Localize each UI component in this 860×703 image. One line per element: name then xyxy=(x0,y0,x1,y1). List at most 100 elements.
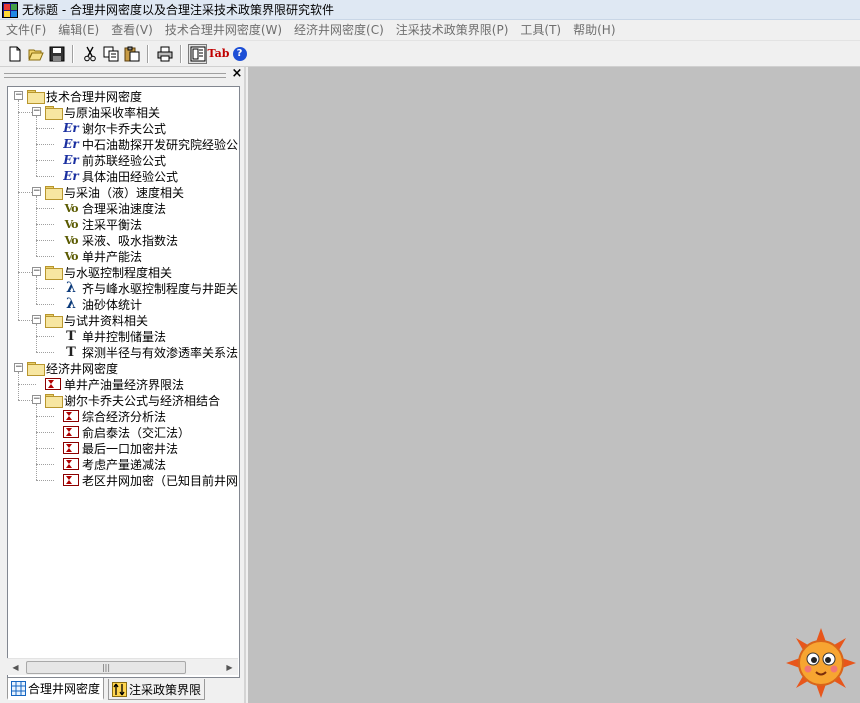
tree-connector xyxy=(36,116,37,176)
tree-method-node[interactable]: Vo 单井产能法 xyxy=(63,248,142,264)
tree-connector xyxy=(36,176,54,177)
tree-folder-node[interactable]: 与水驱控制程度相关 xyxy=(45,264,172,280)
tree-folder-node[interactable]: 与试井资料相关 xyxy=(45,312,148,328)
tree-connector xyxy=(36,304,54,305)
help-button[interactable]: ? xyxy=(230,44,249,64)
tree-view: − 技术合理井网密度 − 与原油采收率相关 Er 谢尔卡乔夫公式 Er 中石油勘探开发研究院经… xyxy=(8,87,239,659)
tab-well-density[interactable]: 合理井网密度 xyxy=(7,678,105,700)
tree-method-node[interactable]: 最后一口加密井法 xyxy=(63,440,178,456)
tree-connector xyxy=(36,288,54,289)
method-tree: − 技术合理井网密度 − 与原油采收率相关 Er 谢尔卡乔夫公式 Er 中石油勘探开发研究院经… xyxy=(7,86,240,678)
lambda-icon: λ xyxy=(66,296,76,312)
cut-scissors-icon xyxy=(83,46,96,61)
tree-folder-node[interactable]: 与采油（液）速度相关 xyxy=(45,184,184,200)
tree-method-node[interactable]: Vo 注采平衡法 xyxy=(63,216,142,232)
tree-method-node[interactable]: λ 齐与峰水驱控制程度与井距关 xyxy=(63,280,238,296)
tree-node-label: 考虑产量递减法 xyxy=(82,457,167,472)
tree-method-node[interactable]: λ 油砂体统计 xyxy=(63,296,142,312)
collapse-toggle-icon[interactable]: − xyxy=(14,91,23,100)
tree-connector xyxy=(36,128,54,129)
tree-method-node[interactable]: Vo 采液、吸水指数法 xyxy=(63,232,178,248)
new-file-icon xyxy=(9,46,20,61)
tree-method-node[interactable]: Vo 合理采油速度法 xyxy=(63,200,166,216)
save-button[interactable] xyxy=(47,44,66,64)
tree-folder-node[interactable]: 技术合理井网密度 xyxy=(27,88,142,104)
copy-button[interactable] xyxy=(101,44,120,64)
tree-method-node[interactable]: T 探测半径与有效渗透率关系法 xyxy=(63,344,238,360)
tree-view-toggle-button[interactable] xyxy=(188,43,207,64)
tree-node-label: 经济井网密度 xyxy=(46,361,119,376)
vo-velocity-icon: Vo xyxy=(64,217,79,231)
folder-icon xyxy=(27,89,45,104)
scroll-right-icon[interactable]: ▶ xyxy=(221,659,238,676)
t-test-icon: T xyxy=(66,344,76,360)
cut-button[interactable] xyxy=(80,44,99,64)
menu-tools[interactable]: 工具(T) xyxy=(514,20,567,41)
tree-method-node[interactable]: Er 中石油勘探开发研究院经验公 xyxy=(63,136,238,152)
collapse-toggle-icon[interactable]: − xyxy=(14,363,23,372)
menu-technical-well-density[interactable]: 技术合理井网密度(W) xyxy=(159,20,288,41)
print-icon xyxy=(157,46,172,61)
tree-connector xyxy=(36,448,54,449)
tab-label: 合理井网密度 xyxy=(28,681,101,696)
tree-connector xyxy=(36,352,54,353)
tree-method-node[interactable]: Er 谢尔卡乔夫公式 xyxy=(63,120,166,136)
scrollbar-thumb[interactable]: ||| xyxy=(26,661,186,674)
tree-folder-node[interactable]: 谢尔卡乔夫公式与经济相结合 xyxy=(45,392,220,408)
tree-method-node[interactable]: Er 具体油田经验公式 xyxy=(63,168,178,184)
t-test-icon: T xyxy=(66,328,76,344)
tree-method-node[interactable]: 综合经济分析法 xyxy=(63,408,166,424)
tree-node-label: 探测半径与有效渗透率关系法 xyxy=(82,345,239,360)
tree-node-label: 注采平衡法 xyxy=(82,217,143,232)
tree-connector xyxy=(36,240,54,241)
collapse-toggle-icon[interactable]: − xyxy=(32,107,41,116)
scroll-left-icon[interactable]: ◀ xyxy=(7,659,24,676)
tree-method-node[interactable]: 老区井网加密（已知目前井网 xyxy=(63,472,238,488)
tree-connector xyxy=(36,464,54,465)
menu-help[interactable]: 帮助(H) xyxy=(567,20,621,41)
tab-button[interactable]: Tab xyxy=(207,44,230,64)
pane-close-icon[interactable]: × xyxy=(230,67,244,81)
mdi-workspace[interactable] xyxy=(248,67,860,703)
folder-icon xyxy=(45,265,63,280)
tree-method-node[interactable]: T 单井控制储量法 xyxy=(63,328,166,344)
hourglass-icon xyxy=(45,378,61,390)
tree-connector xyxy=(36,336,54,337)
navigation-pane: × − 技术合理井网密度 − 与原油采收率相关 Er 谢尔卡乔夫公式 Er 中石油勘探开发研究… xyxy=(0,67,246,703)
paste-button[interactable] xyxy=(122,44,141,64)
tree-method-node[interactable]: 俞启泰法（交汇法） xyxy=(63,424,190,440)
collapse-toggle-icon[interactable]: − xyxy=(32,315,41,324)
folder-icon xyxy=(27,361,45,376)
horizontal-scrollbar[interactable]: ◀ ||| ▶ xyxy=(7,658,238,675)
new-file-button[interactable] xyxy=(5,44,24,64)
open-button[interactable] xyxy=(26,44,45,64)
pane-gripper[interactable] xyxy=(4,73,226,78)
tree-node-label: 老区井网加密（已知目前井网 xyxy=(82,473,239,488)
hourglass-icon xyxy=(63,474,79,486)
er-formula-icon: Er xyxy=(63,121,79,135)
window-title: 无标题 - 合理井网密度以及合理注采技术政策界限研究软件 xyxy=(22,3,334,17)
tree-connector xyxy=(36,276,37,304)
hourglass-icon xyxy=(63,442,79,454)
tree-method-node[interactable]: Er 前苏联经验公式 xyxy=(63,152,166,168)
tree-folder-node[interactable]: 经济井网密度 xyxy=(27,360,118,376)
menu-view[interactable]: 查看(V) xyxy=(105,20,159,41)
collapse-toggle-icon[interactable]: − xyxy=(32,187,41,196)
folder-icon xyxy=(45,313,63,328)
tab-icon: Tab xyxy=(207,47,230,60)
tree-connector xyxy=(36,256,54,257)
print-button[interactable] xyxy=(155,44,174,64)
tree-connector xyxy=(36,208,54,209)
collapse-toggle-icon[interactable]: − xyxy=(32,395,41,404)
tree-folder-node[interactable]: 与原油采收率相关 xyxy=(45,104,160,120)
tree-connector xyxy=(18,100,19,320)
menu-edit[interactable]: 编辑(E) xyxy=(52,20,105,41)
tree-method-node[interactable]: 考虑产量递减法 xyxy=(63,456,166,472)
menu-injection-production-policy[interactable]: 注采技术政策界限(P) xyxy=(390,20,515,41)
tab-injection-policy[interactable]: 注采政策界限 xyxy=(108,679,206,700)
tree-node-label: 单井控制储量法 xyxy=(82,329,167,344)
tree-method-node[interactable]: 单井产油量经济界限法 xyxy=(45,376,184,392)
collapse-toggle-icon[interactable]: − xyxy=(32,267,41,276)
menu-economic-well-density[interactable]: 经济井网密度(C) xyxy=(288,20,390,41)
menu-file[interactable]: 文件(F) xyxy=(0,20,52,41)
